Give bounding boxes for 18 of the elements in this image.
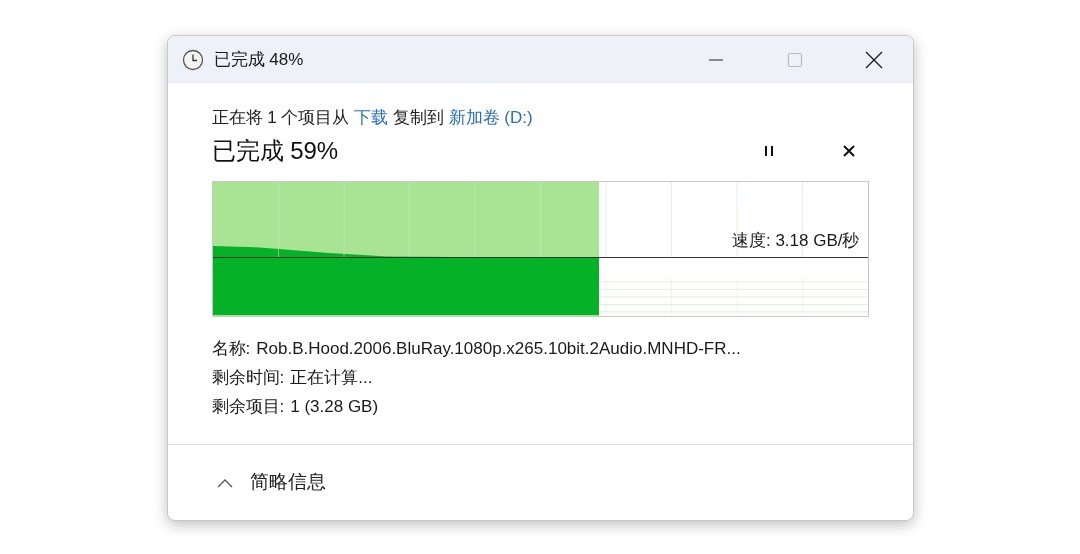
detail-label: 剩余时间: <box>211 366 285 389</box>
window-title: 已完成 48% <box>213 48 304 71</box>
detail-value: 正在计算... <box>290 366 373 389</box>
folder-link[interactable]: 下载 <box>354 108 389 127</box>
close-icon <box>863 49 884 70</box>
speed-label: 速度: 3.18 GB/秒 <box>731 229 860 252</box>
maximize-icon <box>785 50 804 69</box>
details-toggle[interactable]: 简略信息 <box>215 468 326 497</box>
detail-label: 剩余项目: <box>211 395 285 418</box>
detail-label: 名称: <box>211 337 251 360</box>
copy-description: 正在将 1 个项目从 下载 复制到 新加卷 (D:) <box>211 107 534 129</box>
progress-heading: 已完成 59% <box>211 135 339 166</box>
detail-value: 1 (3.28 GB) <box>290 395 379 418</box>
minimize-icon <box>708 58 723 61</box>
detail-value: Rob.B.Hood.2006.BluRay.1080p.x265.10bit.2Audio.MNHD-FR... <box>256 337 741 360</box>
clock-icon <box>181 48 204 71</box>
close-icon <box>841 143 856 158</box>
folder-link[interactable]: 新加卷 (D:) <box>448 108 533 127</box>
